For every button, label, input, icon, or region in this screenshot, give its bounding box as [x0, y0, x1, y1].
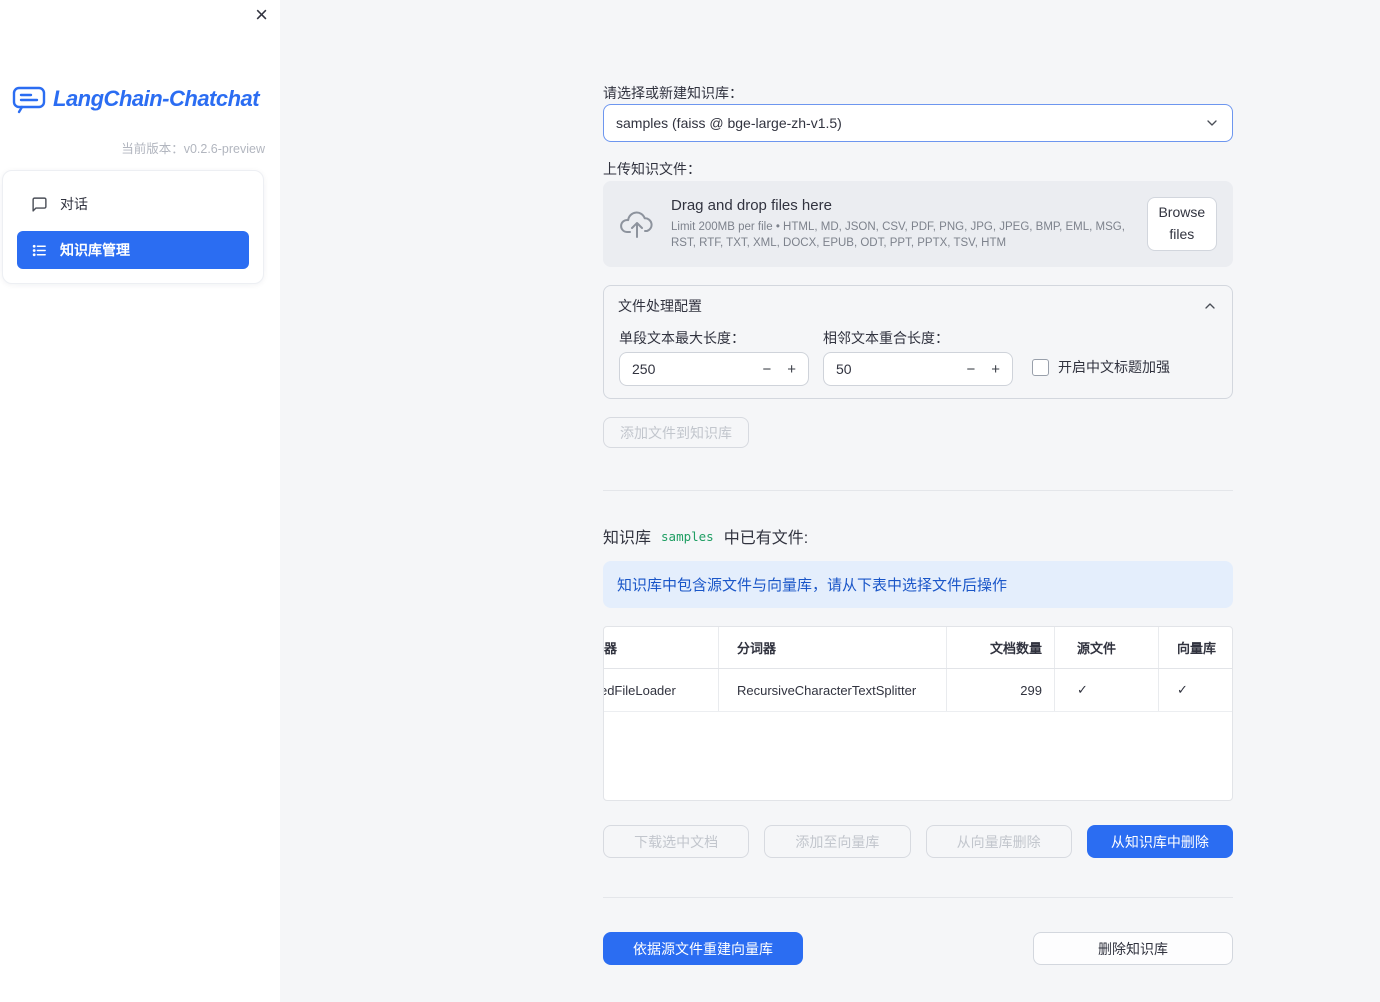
- knowledge-base-icon: [31, 242, 48, 259]
- heading-prefix: 知识库: [603, 530, 652, 547]
- chunk-size-increment-button[interactable]: +: [787, 362, 796, 377]
- kb-select-label: 请选择或新建知识库：: [603, 85, 743, 101]
- config-expander: 文件处理配置 单段文本最大长度： 相邻文本重合长度： 250 − + 50 − …: [603, 285, 1233, 399]
- table-header-row: 文档加载器 分词器 文档数量 源文件 向量库: [604, 627, 1232, 669]
- config-expander-title: 文件处理配置: [618, 298, 702, 314]
- column-header-doc-count: 文档数量: [947, 627, 1055, 668]
- config-expander-header[interactable]: 文件处理配置: [604, 286, 1232, 316]
- dropzone-title: Drag and drop files here: [671, 196, 832, 214]
- column-header-source-file: 源文件: [1055, 627, 1159, 668]
- chat-logo-icon: [12, 84, 46, 114]
- chevron-down-icon: [1204, 115, 1220, 131]
- kb-selectbox-value: samples (faiss @ bge-large-zh-v1.5): [616, 115, 842, 131]
- delete-from-vector-store-button[interactable]: 从向量库删除: [925, 825, 1072, 858]
- zh-title-checkbox[interactable]: 开启中文标题加强: [1032, 357, 1170, 377]
- divider: [603, 490, 1233, 491]
- dropzone-limit-text: Limit 200MB per file • HTML, MD, JSON, C…: [671, 220, 1125, 249]
- footer-actions: 依据源文件重建向量库 删除知识库: [603, 932, 1233, 965]
- delete-from-kb-button[interactable]: 从知识库中删除: [1086, 825, 1233, 858]
- overlap-size-decrement-button[interactable]: −: [966, 362, 975, 377]
- kb-selectbox[interactable]: samples (faiss @ bge-large-zh-v1.5): [603, 104, 1233, 142]
- column-header-vector-store: 向量库: [1177, 641, 1217, 656]
- overlap-size-input[interactable]: 50 − +: [823, 352, 1013, 386]
- cell-source-file-check: ✓: [1055, 669, 1159, 711]
- existing-files-heading: 知识库 samples 中已有文件:: [603, 524, 1233, 548]
- chunk-size-decrement-button[interactable]: −: [762, 362, 771, 377]
- sidebar-item-dialogue[interactable]: 对话: [17, 185, 249, 223]
- overlap-size-increment-button[interactable]: +: [991, 362, 1000, 377]
- cell-loader: UnstructuredFileLoader: [604, 669, 719, 711]
- close-sidebar-icon[interactable]: ×: [255, 4, 268, 26]
- app-title: LangChain-Chatchat: [53, 86, 260, 111]
- sidebar-item-label: 对话: [60, 196, 88, 212]
- app-logo: LangChain-Chatchat: [12, 84, 260, 114]
- divider: [603, 897, 1233, 898]
- sidebar-item-knowledge-base[interactable]: 知识库管理: [17, 231, 249, 269]
- column-header-loader: 文档加载器: [604, 627, 719, 668]
- chunk-size-label: 单段文本最大长度：: [619, 330, 745, 346]
- upload-files-label: 上传知识文件：: [603, 161, 701, 177]
- heading-suffix: 中已有文件:: [723, 530, 809, 547]
- file-dropzone[interactable]: Drag and drop files here Limit 200MB per…: [603, 181, 1233, 267]
- info-banner-text: 知识库中包含源文件与向量库，请从下表中选择文件后操作: [617, 577, 1008, 594]
- dropzone-text: Drag and drop files here Limit 200MB per…: [671, 197, 1131, 251]
- kb-name-code: samples: [661, 528, 714, 544]
- add-to-vector-store-button[interactable]: 添加至向量库: [764, 825, 911, 858]
- chunk-size-value: 250: [632, 361, 656, 377]
- row-actions: 下载选中文档 添加至向量库 从向量库删除 从知识库中删除: [603, 825, 1233, 858]
- version-label: 当前版本：v0.2.6-preview: [121, 142, 265, 156]
- info-banner: 知识库中包含源文件与向量库，请从下表中选择文件后操作: [603, 561, 1233, 608]
- add-files-to-kb-button[interactable]: 添加文件到知识库: [603, 417, 749, 448]
- cell-doc-count: 299: [947, 669, 1055, 711]
- overlap-size-label: 相邻文本重合长度：: [823, 330, 949, 346]
- cell-splitter: RecursiveCharacterTextSplitter: [719, 669, 947, 711]
- chat-bubble-icon: [31, 196, 48, 213]
- cloud-upload-icon: [619, 209, 655, 239]
- cell-vector-store-check: ✓: [1177, 682, 1188, 697]
- column-header-splitter: 分词器: [719, 627, 947, 668]
- chevron-up-icon: [1202, 298, 1218, 314]
- sidebar: × LangChain-Chatchat 当前版本：v0.2.6-preview…: [0, 0, 280, 1002]
- files-table: 文档加载器 分词器 文档数量 源文件 向量库 UnstructuredFileL…: [603, 626, 1233, 801]
- table-row[interactable]: UnstructuredFileLoader RecursiveCharacte…: [604, 669, 1232, 712]
- delete-kb-button[interactable]: 删除知识库: [1033, 932, 1233, 965]
- checkbox-box: [1032, 358, 1049, 376]
- zh-title-checkbox-label: 开启中文标题加强: [1058, 359, 1170, 375]
- chunk-size-input[interactable]: 250 − +: [619, 352, 809, 386]
- download-selected-docs-button[interactable]: 下载选中文档: [603, 825, 750, 858]
- rebuild-vector-store-button[interactable]: 依据源文件重建向量库: [603, 932, 803, 965]
- overlap-size-value: 50: [836, 361, 852, 377]
- browse-files-button[interactable]: Browse files: [1146, 197, 1217, 251]
- sidebar-menu: 对话 知识库管理: [2, 170, 264, 284]
- sidebar-item-label: 知识库管理: [60, 242, 130, 258]
